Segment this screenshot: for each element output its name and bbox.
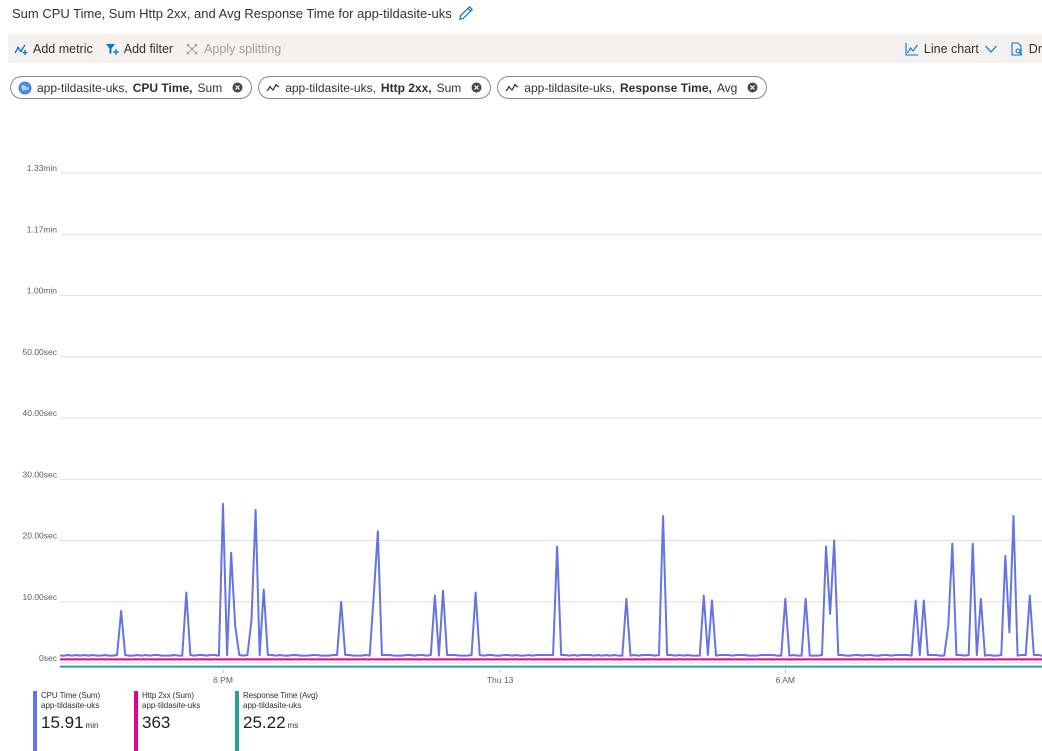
legend-number: 363 bbox=[142, 713, 171, 732]
chart-toolbar: Add metric Add filter Apply splitting Li… bbox=[8, 34, 1042, 63]
apply-splitting-button[interactable]: Apply splitting bbox=[179, 34, 287, 63]
chart-title-row: Sum CPU Time, Sum Http 2xx, and Avg Resp… bbox=[12, 4, 474, 22]
legend-unit: min bbox=[85, 721, 99, 730]
pill-resource: app-tildasite-uks, bbox=[37, 80, 128, 95]
metric-pills: app-tildasite-uks, CPU Time, Sum app-til… bbox=[10, 76, 768, 99]
close-icon[interactable] bbox=[232, 82, 243, 93]
legend-resource-name: app-tildasite-uks bbox=[142, 701, 201, 710]
legend-unit: ms bbox=[287, 721, 299, 730]
document-search-icon bbox=[1011, 41, 1023, 56]
metric-line-icon bbox=[505, 81, 519, 95]
metrics-line-chart[interactable]: 0sec 10.00sec 20.00sec 30.00sec 40.00sec 50.0… bbox=[0, 160, 1042, 690]
legend-item-cpu-time[interactable]: CPU Time (Sum) app-tildasite-uks 15.91 mi… bbox=[33, 691, 100, 751]
legend-item-http-2xx[interactable]: Http 2xx (Sum) app-tildasite-uks 363 bbox=[134, 691, 200, 751]
chart-series bbox=[60, 502, 1042, 668]
add-metric-button[interactable]: Add metric bbox=[8, 34, 99, 63]
pill-resource: app-tildasite-uks, bbox=[524, 80, 616, 95]
pill-resource: app-tildasite-uks, bbox=[285, 80, 376, 95]
drill-label: Dr bbox=[1028, 41, 1042, 56]
legend-metric-name: CPU Time (Sum) bbox=[41, 691, 101, 700]
y-tick-label: 1.00min bbox=[27, 286, 58, 296]
y-tick-label: 10.00sec bbox=[23, 592, 58, 602]
series-line-cpu-time bbox=[60, 502, 1042, 657]
metric-pill-cpu-time[interactable]: app-tildasite-uks, CPU Time, Sum bbox=[10, 76, 253, 99]
x-axis-labels: 6 PM Thu 13 6 AM bbox=[213, 669, 795, 685]
x-tick-label: Thu 13 bbox=[487, 675, 514, 685]
legend-value: 15.91 min bbox=[41, 713, 100, 736]
y-tick-label: 1.17min bbox=[27, 224, 58, 234]
line-chart-label: Line chart bbox=[923, 41, 979, 56]
metric-pill-http-2xx[interactable]: app-tildasite-uks, Http 2xx, Sum bbox=[258, 76, 492, 99]
legend-metric-name: Http 2xx (Sum) bbox=[142, 691, 194, 700]
legend-number: 25.22 bbox=[243, 713, 286, 732]
close-icon[interactable] bbox=[747, 82, 758, 93]
pill-aggregation: Avg bbox=[716, 80, 738, 95]
legend-resource-name: app-tildasite-uks bbox=[41, 701, 100, 710]
filter-icon bbox=[105, 43, 119, 55]
chart-grid bbox=[60, 172, 1042, 664]
drill-into-logs-button[interactable]: Dr bbox=[1004, 34, 1042, 63]
chevron-down-icon bbox=[984, 45, 997, 53]
y-tick-label: 20.00sec bbox=[23, 531, 58, 541]
globe-icon bbox=[18, 81, 32, 95]
x-tick-label: 6 AM bbox=[776, 675, 795, 685]
line-chart-dropdown[interactable]: Line chart bbox=[899, 34, 1004, 63]
chart-title: Sum CPU Time, Sum Http 2xx, and Avg Resp… bbox=[12, 5, 452, 21]
pencil-icon[interactable] bbox=[458, 5, 474, 21]
pill-metric: CPU Time, bbox=[132, 80, 193, 95]
add-filter-button[interactable]: Add filter bbox=[99, 34, 179, 63]
legend-color-bar bbox=[33, 691, 37, 751]
add-metric-label: Add metric bbox=[33, 41, 93, 56]
pill-aggregation: Sum bbox=[197, 80, 223, 95]
pill-aggregation: Sum bbox=[436, 80, 462, 95]
y-tick-label: 0sec bbox=[39, 653, 58, 663]
legend-color-bar bbox=[235, 691, 239, 751]
legend-item-response-time[interactable]: Response Time (Avg) app-tildasite-uks 25… bbox=[235, 691, 318, 751]
metric-pill-response-time[interactable]: app-tildasite-uks, Response Time, Avg bbox=[497, 76, 768, 99]
legend-number: 15.91 bbox=[41, 713, 84, 732]
legend-metric-name: Response Time (Avg) bbox=[243, 691, 318, 700]
metric-line-icon bbox=[266, 81, 280, 95]
line-chart-icon bbox=[905, 42, 918, 56]
y-tick-label: 40.00sec bbox=[23, 408, 58, 418]
pill-metric: Http 2xx, bbox=[380, 80, 432, 95]
legend-value: 363 bbox=[142, 713, 200, 736]
legend-color-bar bbox=[134, 691, 138, 751]
pill-metric: Response Time, bbox=[620, 80, 712, 95]
y-tick-label: 30.00sec bbox=[23, 469, 58, 479]
y-tick-label: 1.33min bbox=[27, 163, 58, 173]
apply-splitting-label: Apply splitting bbox=[204, 41, 282, 56]
legend-value: 25.22 ms bbox=[243, 713, 318, 736]
add-filter-label: Add filter bbox=[123, 41, 174, 56]
splitting-icon bbox=[186, 43, 198, 54]
y-tick-label: 50.00sec bbox=[23, 347, 58, 357]
add-metric-icon bbox=[14, 44, 28, 55]
x-tick-label: 6 PM bbox=[213, 675, 233, 685]
close-icon[interactable] bbox=[471, 82, 482, 93]
y-axis-labels: 0sec 10.00sec 20.00sec 30.00sec 40.00sec 50.0… bbox=[23, 163, 58, 663]
legend-resource-name: app-tildasite-uks bbox=[243, 701, 302, 710]
